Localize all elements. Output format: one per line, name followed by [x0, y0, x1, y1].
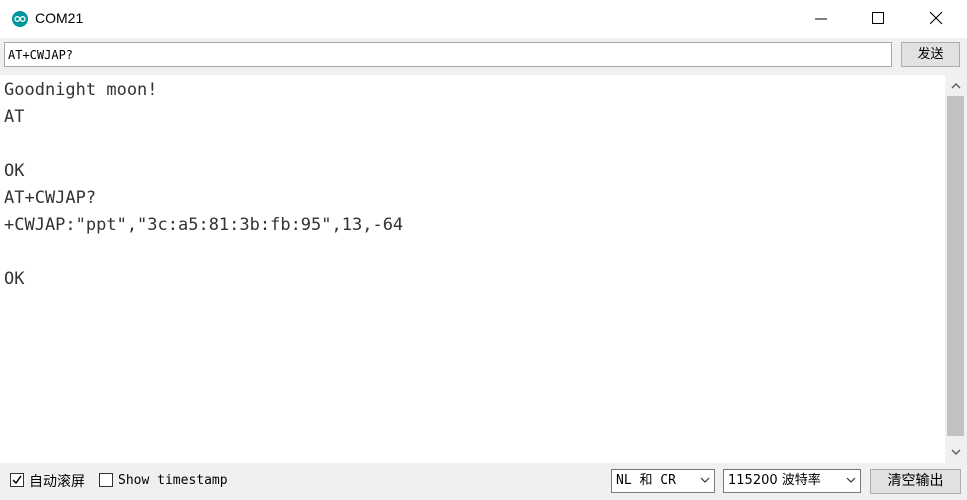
maximize-icon	[872, 12, 884, 24]
output-line: OK	[4, 161, 25, 181]
title-bar: COM21	[0, 0, 967, 38]
output-line: AT+CWJAP?	[4, 188, 97, 208]
timestamp-label: Show timestamp	[118, 473, 228, 488]
scroll-down-button[interactable]	[945, 443, 967, 461]
line-ending-value: NL 和 CR	[616, 473, 676, 488]
timestamp-checkbox[interactable]	[99, 473, 113, 487]
maximize-button[interactable]	[850, 0, 908, 38]
chevron-up-icon	[951, 82, 961, 89]
output-line: AT	[4, 107, 25, 127]
command-bar: 发送	[0, 38, 967, 73]
status-bar: 自动滚屏 Show timestamp NL 和 CR 115200 波特率 清…	[0, 463, 967, 500]
output-line: OK	[4, 269, 25, 289]
chevron-down-icon	[846, 477, 856, 483]
arduino-logo-icon	[12, 11, 28, 27]
checkmark-icon	[12, 475, 22, 485]
send-button[interactable]: 发送	[901, 42, 960, 67]
serial-command-input[interactable]	[4, 42, 892, 67]
chevron-down-icon	[951, 449, 961, 456]
autoscroll-checkbox[interactable]	[10, 473, 24, 487]
vertical-scrollbar[interactable]	[945, 75, 967, 463]
minimize-button[interactable]	[793, 0, 851, 38]
close-button[interactable]	[908, 0, 966, 38]
minimize-icon	[815, 18, 827, 20]
baud-rate-select[interactable]: 115200 波特率	[723, 469, 861, 493]
scrollbar-thumb[interactable]	[947, 96, 964, 436]
clear-output-button[interactable]: 清空输出	[870, 469, 961, 494]
window-title: COM21	[35, 10, 84, 26]
output-line: Goodnight moon!	[4, 80, 158, 100]
output-line: +CWJAP:"ppt","3c:a5:81:3b:fb:95",13,-64	[4, 215, 404, 235]
baud-rate-value: 115200 波特率	[728, 473, 821, 488]
autoscroll-label: 自动滚屏	[29, 474, 85, 490]
line-ending-select[interactable]: NL 和 CR	[611, 469, 715, 493]
scroll-up-button[interactable]	[945, 77, 967, 95]
serial-output[interactable]: Goodnight moon! AT OK AT+CWJAP? +CWJAP:"…	[0, 75, 945, 463]
chevron-down-icon	[700, 477, 710, 483]
close-icon	[930, 12, 943, 25]
